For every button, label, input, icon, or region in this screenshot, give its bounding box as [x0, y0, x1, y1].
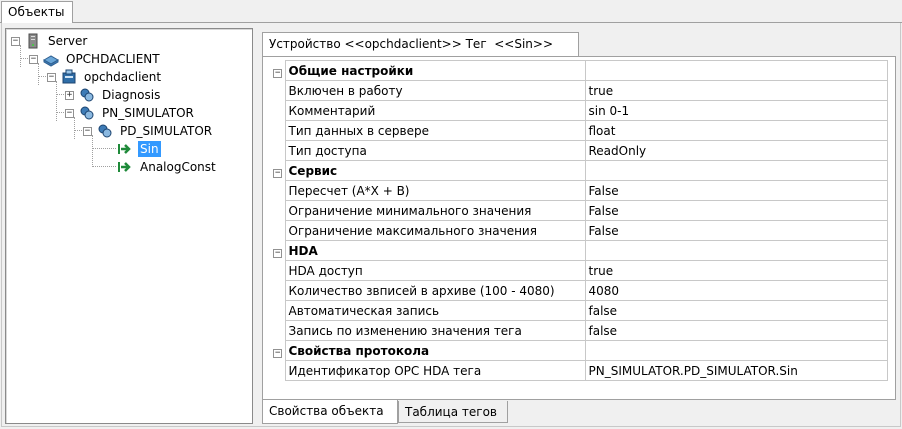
property-row[interactable]: Включен в работу true: [271, 80, 888, 101]
property-value[interactable]: false: [584, 320, 888, 341]
property-row[interactable]: Ограничение минимального значения False: [271, 200, 888, 221]
category-row-general[interactable]: − Общие настройки: [271, 60, 888, 81]
device-icon: [61, 69, 77, 85]
collapse-toggle[interactable]: −: [47, 72, 56, 82]
property-value[interactable]: true: [584, 260, 888, 281]
property-value[interactable]: sin 0-1: [584, 100, 888, 121]
category-row-service[interactable]: − Сервис: [271, 160, 888, 181]
property-row[interactable]: Запись по изменению значения тега false: [271, 320, 888, 341]
property-name: Идентификатор OPC HDA тега: [284, 360, 586, 381]
property-name: Пересчет (A*X + B): [284, 180, 586, 201]
properties-panel: Устройство <<opchdaclient>> Тег <<Sin>> …: [258, 28, 900, 424]
category-name: Свойства протокола: [284, 340, 586, 361]
property-name: Тип доступа: [284, 140, 586, 161]
folder-icon: [97, 123, 113, 139]
tree-line: [92, 166, 116, 167]
property-name: Автоматическая запись: [284, 300, 586, 321]
tab-tag-table[interactable]: Таблица тегов: [398, 401, 508, 423]
tab-object-properties[interactable]: Свойства объекта: [262, 400, 398, 424]
tree-node-diagnosis[interactable]: + Diagnosis: [65, 86, 162, 104]
tree-node-pn-simulator[interactable]: − PN_SIMULATOR: [65, 104, 196, 122]
tree-node-pd-simulator[interactable]: − PD_SIMULATOR: [83, 122, 214, 140]
category-name: Сервис: [284, 160, 586, 181]
property-name: Запись по изменению значения тега: [284, 320, 586, 341]
server-icon: [25, 33, 41, 49]
category-value: [584, 60, 888, 81]
property-value[interactable]: False: [584, 220, 888, 241]
property-row[interactable]: Тип доступа ReadOnly: [271, 140, 888, 161]
expand-toggle[interactable]: +: [65, 90, 74, 100]
property-value[interactable]: float: [584, 120, 888, 141]
tree-node-label: PN_SIMULATOR: [102, 106, 194, 120]
property-row[interactable]: Комментарий sin 0-1: [271, 100, 888, 121]
tree-node-label: opchdaclient: [84, 70, 162, 84]
tree-node-opchdaclient-module[interactable]: − OPCHDACLIENT: [29, 50, 162, 68]
category-value: [584, 160, 888, 181]
collapse-toggle[interactable]: −: [29, 54, 38, 64]
tree-node-label: OPCHDACLIENT: [66, 52, 160, 66]
category-name: HDA: [284, 240, 586, 261]
tab-objects[interactable]: Объекты: [1, 1, 73, 23]
folder-icon: [79, 87, 95, 103]
tree-node-label: Sin: [138, 141, 161, 157]
property-value[interactable]: false: [584, 300, 888, 321]
property-row[interactable]: Ограничение максимального значения False: [271, 220, 888, 241]
property-row[interactable]: Пересчет (A*X + B) False: [271, 180, 888, 201]
collapse-toggle[interactable]: −: [273, 168, 283, 178]
tree-node-label: Diagnosis: [102, 88, 161, 102]
tree-node-label: PD_SIMULATOR: [120, 124, 213, 138]
tag-icon: [117, 141, 133, 157]
property-row[interactable]: Тип данных в сервере float: [271, 120, 888, 141]
property-name: Включен в работу: [284, 80, 586, 101]
property-value[interactable]: PN_SIMULATOR.PD_SIMULATOR.Sin: [584, 360, 888, 381]
tree-line: [92, 148, 116, 149]
object-tree[interactable]: − Server − OPCHDACLIENT − opchdaclient +…: [5, 28, 253, 424]
folder-icon: [79, 105, 95, 121]
property-row[interactable]: Автоматическая запись false: [271, 300, 888, 321]
collapse-toggle[interactable]: −: [273, 248, 283, 258]
tree-node-label: Server: [48, 34, 88, 48]
property-value[interactable]: False: [584, 200, 888, 221]
collapse-toggle[interactable]: −: [273, 348, 283, 358]
category-value: [584, 340, 888, 361]
property-row[interactable]: Количество звписей в архиве (100 - 4080)…: [271, 280, 888, 301]
property-grid: − Общие настройки Включен в работу true …: [271, 60, 888, 381]
category-name: Общие настройки: [284, 60, 586, 81]
property-value[interactable]: 4080: [584, 280, 888, 301]
category-row-protocol[interactable]: − Свойства протокола: [271, 340, 888, 361]
property-name: Ограничение минимального значения: [284, 200, 586, 221]
module-icon: [42, 51, 60, 67]
tree-node-opchdaclient-device[interactable]: − opchdaclient: [47, 68, 163, 86]
panel-splitter[interactable]: [253, 28, 257, 424]
tree-node-sin[interactable]: Sin: [117, 140, 161, 158]
property-row[interactable]: HDA доступ true: [271, 260, 888, 281]
objects-tabbar: Объекты: [0, 0, 902, 23]
property-value[interactable]: False: [584, 180, 888, 201]
tree-node-server[interactable]: − Server: [11, 32, 89, 50]
property-value[interactable]: true: [584, 80, 888, 101]
collapse-toggle[interactable]: −: [83, 126, 92, 136]
property-name: Тип данных в сервере: [284, 120, 586, 141]
collapse-toggle[interactable]: −: [11, 36, 20, 46]
property-name: HDA доступ: [284, 260, 586, 281]
tag-icon: [117, 159, 133, 175]
property-name: Комментарий: [284, 100, 586, 121]
category-value: [584, 240, 888, 261]
property-grid-container: − Общие настройки Включен в работу true …: [262, 56, 896, 400]
property-value[interactable]: ReadOnly: [584, 140, 888, 161]
property-name: Ограничение максимального значения: [284, 220, 586, 241]
tree-line: [56, 81, 57, 121]
property-row[interactable]: Идентификатор OPC HDA тега PN_SIMULATOR.…: [271, 360, 888, 381]
collapse-toggle[interactable]: −: [65, 108, 74, 118]
collapse-toggle[interactable]: −: [273, 68, 283, 78]
category-row-hda[interactable]: − HDA: [271, 240, 888, 261]
tab-device-tag[interactable]: Устройство <<opchdaclient>> Тег <<Sin>>: [262, 32, 579, 56]
tree-node-analogconst[interactable]: AnalogConst: [117, 158, 218, 176]
tree-node-label: AnalogConst: [140, 160, 216, 174]
property-name: Количество звписей в архиве (100 - 4080): [284, 280, 586, 301]
